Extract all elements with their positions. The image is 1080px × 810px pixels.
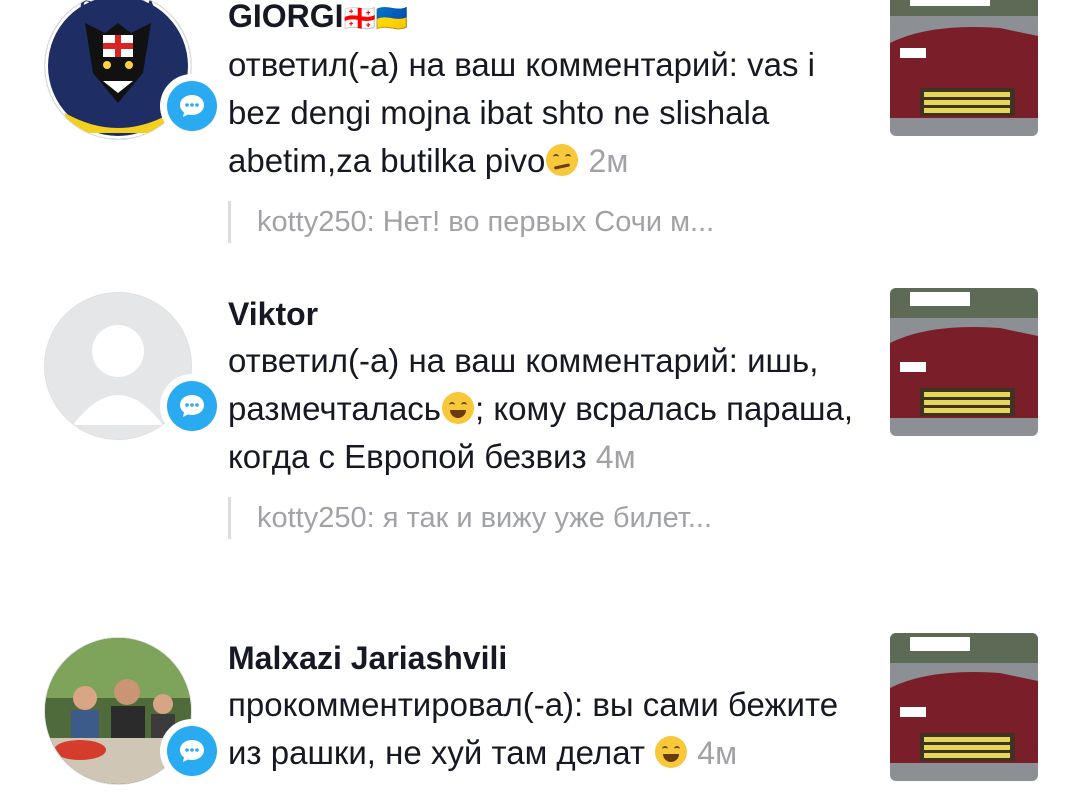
tears-of-joy-emoji-icon xyxy=(655,736,688,768)
avatar[interactable] xyxy=(44,292,224,440)
car-video-thumbnail-image xyxy=(890,633,1038,781)
notification-message: прокомментировал(-а): вы сами бежите из … xyxy=(228,681,868,777)
car-video-thumbnail-image xyxy=(890,288,1038,436)
message-text: ответил(-а) на ваш комментарий: vas i be… xyxy=(228,46,815,179)
video-thumbnail[interactable] xyxy=(890,0,1038,136)
comment-badge xyxy=(160,74,224,138)
username[interactable]: Malxazi Jariashvili xyxy=(228,638,868,678)
username[interactable]: GIORGI xyxy=(228,0,344,34)
quoted-comment[interactable]: kotty250: я так и вижу уже билет... xyxy=(228,497,868,539)
comment-bubble-icon xyxy=(180,395,204,417)
video-thumbnail[interactable] xyxy=(890,288,1038,436)
avatar-emblem-text: GEORGIA xyxy=(80,0,157,15)
comment-bubble-icon xyxy=(180,95,204,117)
avatar[interactable]: GEORGIA xyxy=(44,0,224,140)
tears-of-joy-emoji-icon xyxy=(442,392,475,424)
smirk-emoji-icon xyxy=(546,144,579,176)
flag-emojis: 🇬🇪🇺🇦 xyxy=(343,3,409,33)
avatar[interactable] xyxy=(44,637,224,785)
quoted-comment[interactable]: kotty250: Нет! во первых Сочи м... xyxy=(228,201,868,243)
notification-message: ответил(-а) на ваш комментарий: ишь, раз… xyxy=(228,337,868,481)
username[interactable]: Viktor xyxy=(228,294,868,334)
comment-badge xyxy=(160,374,224,438)
car-video-thumbnail-image xyxy=(890,0,1038,136)
timestamp: 2м xyxy=(588,143,629,179)
timestamp: 4м xyxy=(595,439,636,475)
comment-bubble-icon xyxy=(180,740,204,762)
notification-message: ответил(-а) на ваш комментарий: vas i be… xyxy=(228,41,868,185)
video-thumbnail[interactable] xyxy=(890,633,1038,781)
message-text: прокомментировал(-а): вы сами бежите из … xyxy=(228,686,839,771)
timestamp: 4м xyxy=(697,735,738,771)
username-row[interactable]: GIORGI🇬🇪🇺🇦 xyxy=(228,0,868,38)
comment-badge xyxy=(160,719,224,783)
